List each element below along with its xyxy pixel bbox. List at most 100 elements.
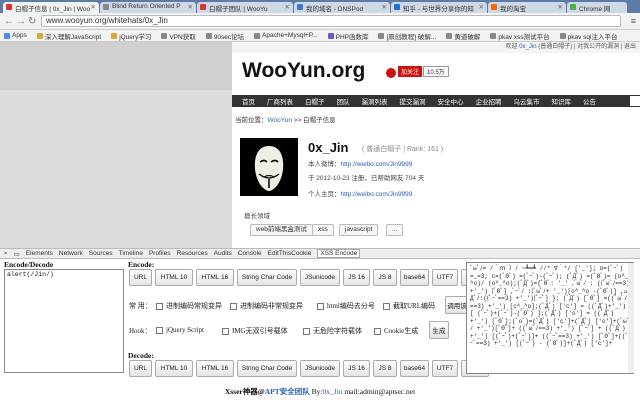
encode-charcode-button[interactable]: String Char Code xyxy=(237,269,297,286)
menu-icon[interactable]: ≡ xyxy=(631,16,636,26)
url-input[interactable]: www.wooyun.org/whitehats/0x_Jin xyxy=(41,15,621,27)
encode-utf7-button[interactable]: UTF7 xyxy=(432,269,458,286)
follow-button[interactable]: 加关注 xyxy=(398,66,423,77)
checkbox[interactable] xyxy=(230,302,237,310)
checkbox[interactable] xyxy=(156,302,163,310)
nav-knowledge[interactable]: 知识库 xyxy=(546,96,578,106)
nav-whitehats[interactable]: 白帽子 xyxy=(299,96,331,106)
decode-js8-button[interactable]: JS 8 xyxy=(373,360,397,377)
nav-teams[interactable]: 团队 xyxy=(331,96,356,106)
devtools-tab-network[interactable]: Network xyxy=(59,250,83,257)
decode-utf7-button[interactable]: UTF7 xyxy=(432,360,458,377)
nav-notice[interactable]: 公告 xyxy=(577,96,602,106)
devtools-tab-sources[interactable]: Sources xyxy=(89,250,113,257)
encode-html16-button[interactable]: HTML 16 xyxy=(196,269,234,286)
decode-url-button[interactable]: URL xyxy=(129,360,152,377)
bookmark-item[interactable]: jQuery学习 xyxy=(111,31,151,41)
nav-jobs[interactable]: 企业招聘 xyxy=(470,96,508,106)
tab-dnspod[interactable]: 我的域名 - DNSPod ✕ xyxy=(294,2,390,13)
bookmark-item[interactable]: 黄道破解 xyxy=(446,31,480,41)
encode-url-button[interactable]: URL xyxy=(129,269,152,286)
devtools-tab-audits[interactable]: Audits xyxy=(214,250,232,257)
hook-cookie-generate[interactable]: Cookie生成 xyxy=(374,326,418,336)
skill-tag[interactable]: ... xyxy=(386,224,404,236)
bookmark-item[interactable]: pkav xss测试平台 xyxy=(490,31,550,41)
opt-unusual-variant[interactable]: 进制编码非常规变异 xyxy=(230,301,303,311)
tab-taobao[interactable]: 我的淘宝 ✕ xyxy=(488,2,566,13)
close-icon[interactable]: ✕ xyxy=(188,3,193,11)
devtools-tab-console[interactable]: Console xyxy=(238,250,262,257)
bookmark-item[interactable]: Apache+Mysql+P... xyxy=(254,32,318,39)
homepage-link[interactable]: http://weibo.com/Jin9999 xyxy=(341,191,413,198)
author-link[interactable]: 0x_Jin xyxy=(322,387,342,396)
bookmark-item[interactable]: 深入理解JavaScript xyxy=(36,31,101,41)
tab-wooyun-team[interactable]: 白帽子团队 | WooYu ✕ xyxy=(197,2,293,13)
checkbox[interactable] xyxy=(156,326,163,334)
skill-tag[interactable]: web前端黑盒测试 xyxy=(250,224,313,236)
bookmark-item[interactable]: pkav sql注入平台 xyxy=(559,31,617,41)
encode-base64-button[interactable]: base64 xyxy=(400,269,429,286)
output-scrollbar[interactable] xyxy=(628,263,634,373)
devtools-tab-profiles[interactable]: Profiles xyxy=(149,250,171,257)
nav-bugs[interactable]: 漏洞列表 xyxy=(356,96,394,106)
decode-charcode-button[interactable]: String Char Code xyxy=(237,360,297,377)
skill-tag[interactable]: javascript xyxy=(339,224,379,236)
close-icon[interactable]: ✕ xyxy=(558,3,563,11)
bookmark-item[interactable]: PHP函数库 xyxy=(327,31,368,41)
tab-wooyun-profile[interactable]: 白帽子信息 | 0x_Jin | Woo ✕ xyxy=(3,2,99,13)
devtools-tab-elements[interactable]: Elements xyxy=(26,250,53,257)
nav-submit[interactable]: 提交漏洞 xyxy=(394,96,432,106)
wooyun-logo[interactable]: WooYun.org xyxy=(242,59,365,83)
breadcrumb-home-link[interactable]: WooYun xyxy=(268,117,292,124)
close-icon[interactable]: ✕ xyxy=(285,3,290,11)
nav-vendors[interactable]: 厂商列表 xyxy=(261,96,299,106)
devtools-search-icon[interactable]: ⌕ xyxy=(4,250,8,258)
decode-html10-button[interactable]: HTML 10 xyxy=(155,360,193,377)
checkbox[interactable] xyxy=(303,327,310,335)
checkbox[interactable] xyxy=(317,302,324,310)
back-arrow-icon[interactable]: ← xyxy=(4,16,14,27)
devtools-device-icon[interactable]: ▭ xyxy=(14,250,20,258)
hook-no-danger-chars[interactable]: 无危险字符载体 xyxy=(303,326,362,336)
encode-html10-button[interactable]: HTML 10 xyxy=(155,269,193,286)
skill-tag[interactable]: xss xyxy=(312,224,334,236)
checkbox[interactable] xyxy=(383,302,390,310)
devtools-tab-editthiscookie[interactable]: EditThisCookie xyxy=(268,250,312,257)
close-icon[interactable]: ✕ xyxy=(479,3,484,11)
encoded-output[interactable]: ﾟωﾟﾉ= /｀ｍ´）ﾉ ~┻━┻ //*´∇｀*/ ['_']; o=(ﾟｰﾟ… xyxy=(466,262,634,374)
bookmark-item[interactable]: 90sec论坛 xyxy=(205,31,244,41)
opt-common-variant[interactable]: 进制编码常规变异 xyxy=(156,301,222,311)
hook-generate-button[interactable]: 生成 xyxy=(429,321,449,339)
checkbox[interactable] xyxy=(222,327,229,335)
decode-js16-button[interactable]: JS 16 xyxy=(343,360,370,377)
nav-home[interactable]: 首页 xyxy=(236,96,261,106)
decode-jsunicode-button[interactable]: JSunicode xyxy=(300,360,340,377)
hook-jquery-script[interactable]: jQuery Script xyxy=(156,326,204,334)
bookmark-item[interactable]: VPN获取 xyxy=(161,31,196,41)
devtools-tab-timeline[interactable]: Timeline xyxy=(119,250,143,257)
decode-base64-button[interactable]: base64 xyxy=(400,360,429,377)
bookmark-apps[interactable]: Apps xyxy=(4,32,27,39)
encode-js16-button[interactable]: JS 16 xyxy=(343,269,370,286)
apt-team-link[interactable]: APT安全团队 xyxy=(265,387,310,396)
nav-security-center[interactable]: 安全中心 xyxy=(432,96,470,106)
tab-blind-rop[interactable]: Blind Return Oriented P ✕ xyxy=(100,2,196,13)
opt-cut-url-encode[interactable]: 截取URL编码 xyxy=(383,301,435,311)
hook-img-no-quotes[interactable]: IMG无双引号载体 xyxy=(222,326,288,336)
tab-zhihu[interactable]: 知乎 - 与世界分享你的知 ✕ xyxy=(391,2,487,13)
reload-icon[interactable]: ↻ xyxy=(28,16,36,27)
close-icon[interactable]: ✕ xyxy=(382,3,387,11)
weibo-link[interactable]: http://weibo.com/Jin9999 xyxy=(341,161,413,168)
checkbox[interactable] xyxy=(374,327,381,335)
bookmark-item[interactable]: [原创教程] 破解... xyxy=(378,31,436,41)
nav-market[interactable]: 乌云集市 xyxy=(508,96,546,106)
nav-search-input[interactable] xyxy=(630,96,640,106)
encode-js8-button[interactable]: JS 8 xyxy=(373,269,397,286)
encode-jsunicode-button[interactable]: JSunicode xyxy=(300,269,340,286)
user-link[interactable]: 0x_Jin xyxy=(519,44,536,50)
close-icon[interactable]: ✕ xyxy=(91,3,96,11)
payload-input[interactable]: alert(/Jin/) xyxy=(4,269,124,373)
decode-html16-button[interactable]: HTML 16 xyxy=(196,360,234,377)
forward-arrow-icon[interactable]: → xyxy=(16,16,26,27)
tab-chrome-store[interactable]: Chrome 网 xyxy=(567,2,627,13)
